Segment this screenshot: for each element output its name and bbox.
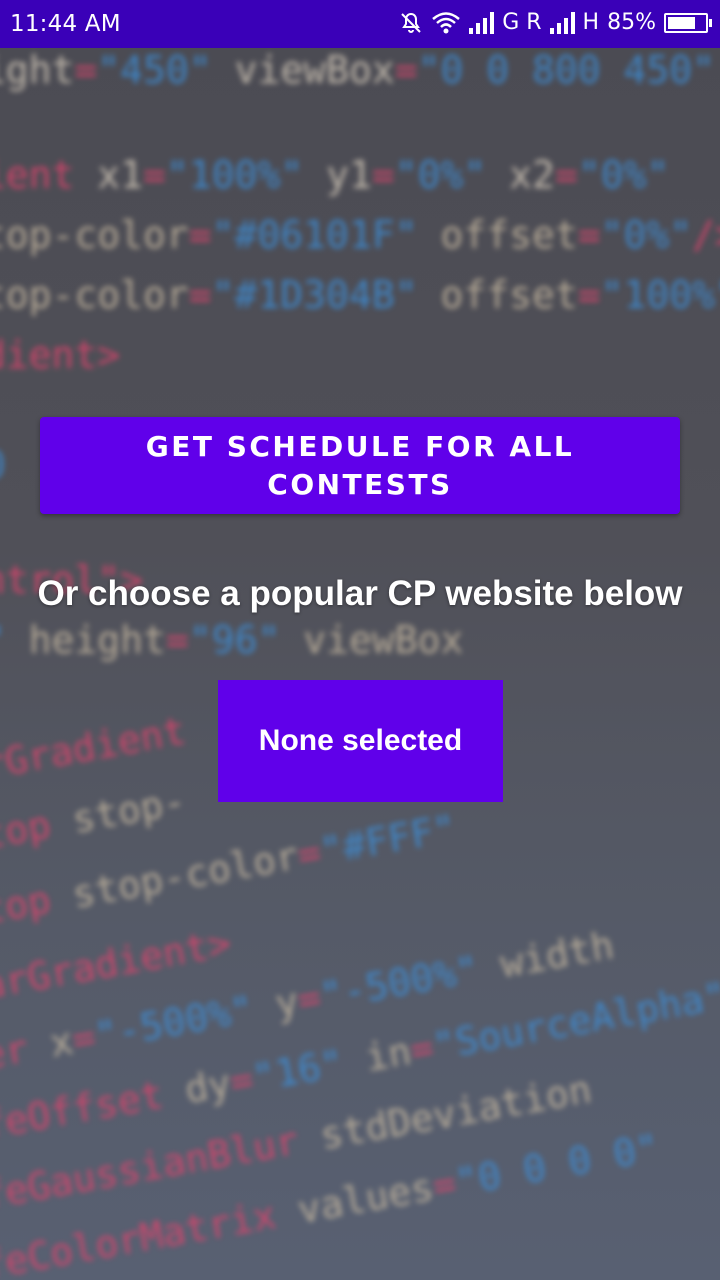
status-icons: G R H 85% (399, 10, 712, 35)
choose-website-subtitle: Or choose a popular CP website below (37, 574, 683, 613)
status-time: 11:44 AM (10, 11, 121, 37)
wifi-icon (432, 11, 461, 33)
code-background-image: eight="450" viewBox="0 0 800 450" dient … (0, 48, 720, 1280)
status-bar: 11:44 AM G R H 85% (0, 0, 720, 48)
battery-icon (664, 12, 712, 33)
bell-off-icon (401, 12, 421, 33)
website-selector-button[interactable]: None selected (218, 680, 503, 802)
network-type-2: H (582, 10, 600, 35)
signal-icon (469, 11, 495, 34)
battery-percent: 85% (607, 10, 656, 35)
network-type-1: G R (502, 10, 542, 35)
get-schedule-all-contests-button[interactable]: GET SCHEDULE FOR ALL CONTESTS (40, 417, 680, 514)
blurred-code-decoration: eight="450" viewBox="0 0 800 450" dient … (0, 48, 720, 1280)
signal-icon (549, 11, 575, 34)
